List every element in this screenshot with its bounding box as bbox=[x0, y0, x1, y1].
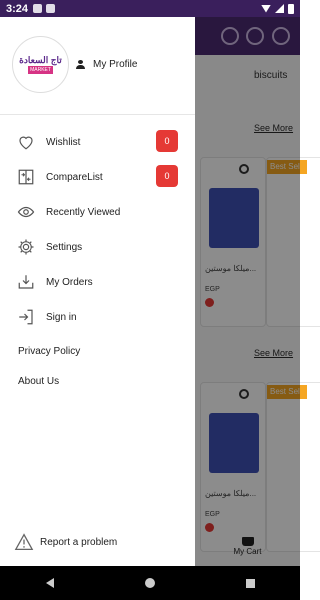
heart-icon bbox=[19, 136, 33, 150]
report-problem-label: Report a problem bbox=[40, 536, 118, 548]
drawer-menu: Wishlist 0 CompareList 0 Recently Viewed… bbox=[0, 125, 195, 335]
back-icon[interactable] bbox=[45, 578, 54, 588]
navigation-drawer: تاج السعادة MARKET My Profile Wishlist 0… bbox=[0, 17, 195, 566]
recent-apps-icon[interactable] bbox=[245, 578, 255, 588]
menu-item-my-orders[interactable]: My Orders bbox=[0, 265, 195, 300]
menu-item-label: Settings bbox=[46, 242, 83, 253]
menu-item-label: Recently Viewed bbox=[46, 207, 121, 218]
signal-icon bbox=[275, 4, 284, 13]
report-problem-button[interactable]: Report a problem bbox=[14, 533, 117, 551]
menu-item-label: Wishlist bbox=[46, 137, 81, 148]
person-icon bbox=[76, 60, 85, 69]
warning-icon bbox=[14, 533, 34, 551]
sign-in-icon bbox=[19, 309, 33, 325]
menu-item-wishlist[interactable]: Wishlist 0 bbox=[0, 125, 195, 160]
store-logo: تاج السعادة MARKET bbox=[12, 36, 69, 93]
profile-label: My Profile bbox=[93, 59, 138, 70]
menu-item-label: My Orders bbox=[46, 277, 93, 288]
compare-icon bbox=[18, 169, 34, 185]
status-bar: 3:24 bbox=[0, 0, 300, 17]
privacy-policy-link[interactable]: Privacy Policy bbox=[18, 346, 80, 357]
notification-icon bbox=[46, 4, 56, 13]
logo-subtext: MARKET bbox=[28, 65, 53, 74]
wifi-icon bbox=[261, 4, 271, 13]
battery-icon bbox=[288, 3, 294, 14]
orders-icon bbox=[18, 275, 34, 289]
drawer-header: تاج السعادة MARKET My Profile bbox=[0, 17, 195, 115]
wishlist-count-badge: 0 bbox=[156, 130, 178, 152]
home-icon[interactable] bbox=[144, 578, 155, 588]
gear-icon bbox=[18, 239, 34, 255]
eye-icon bbox=[17, 206, 35, 218]
my-profile-link[interactable]: My Profile bbox=[76, 59, 137, 70]
menu-item-recently-viewed[interactable]: Recently Viewed bbox=[0, 195, 195, 230]
menu-item-label: CompareList bbox=[46, 172, 103, 183]
status-time: 3:24 bbox=[6, 2, 29, 15]
logo-text: تاج السعادة bbox=[19, 54, 62, 65]
notification-icon bbox=[33, 4, 43, 13]
menu-item-settings[interactable]: Settings bbox=[0, 230, 195, 265]
menu-item-label: Sign in bbox=[46, 312, 77, 323]
comparelist-count-badge: 0 bbox=[156, 165, 178, 187]
about-us-link[interactable]: About Us bbox=[18, 376, 59, 387]
menu-item-sign-in[interactable]: Sign in bbox=[0, 300, 195, 335]
menu-item-comparelist[interactable]: CompareList 0 bbox=[0, 160, 195, 195]
system-nav-bar bbox=[0, 566, 300, 600]
